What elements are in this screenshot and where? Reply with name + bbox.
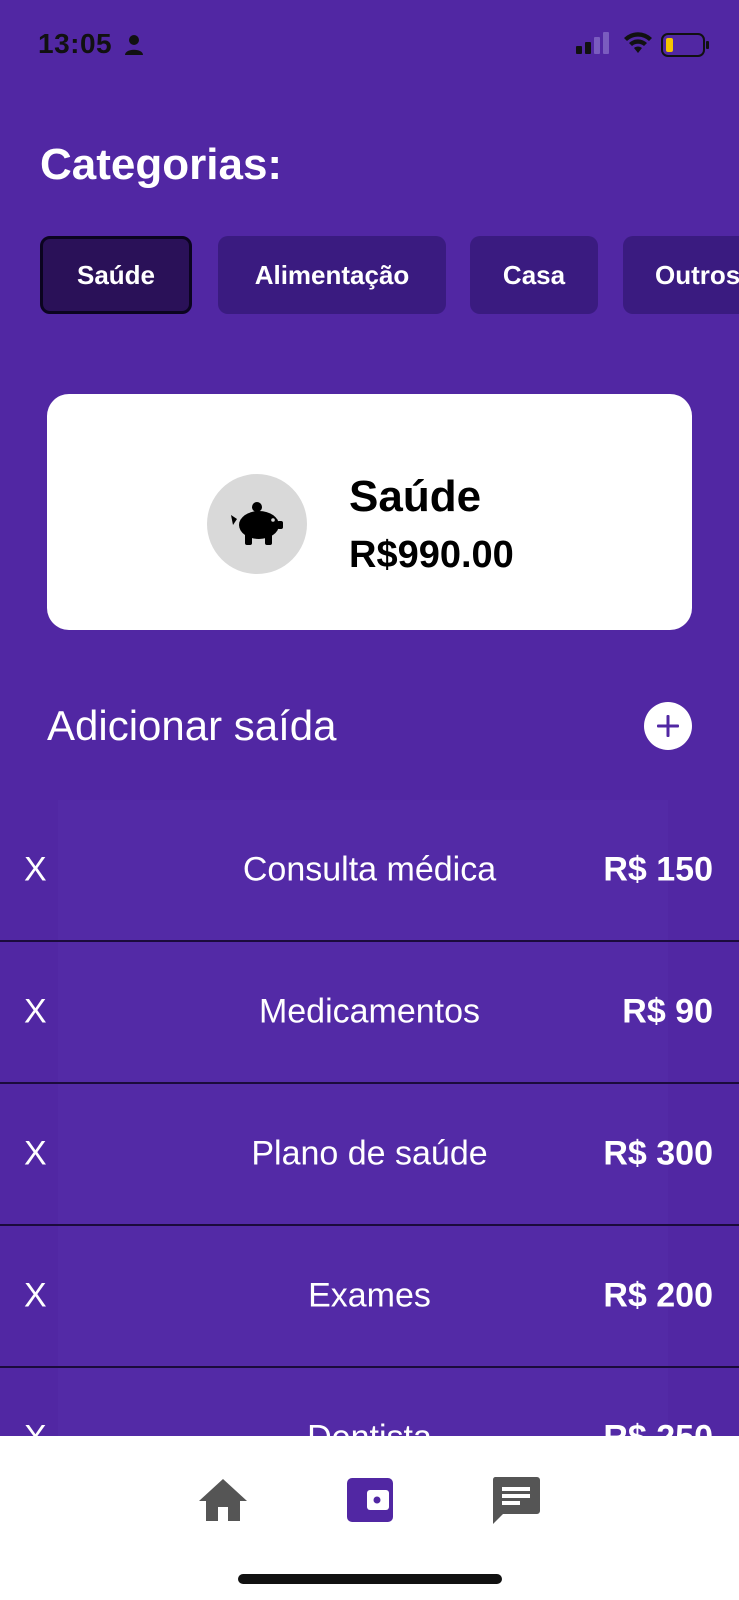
- list-item: X Plano de saúde R$ 300: [0, 1084, 739, 1226]
- home-indicator: [238, 1574, 502, 1584]
- piggy-bank-icon: [207, 474, 307, 574]
- list-item: X Consulta médica R$ 150: [0, 800, 739, 942]
- nav-chat[interactable]: [486, 1470, 546, 1530]
- chat-icon: [492, 1477, 540, 1524]
- person-icon: [124, 34, 144, 61]
- page-title: Categorias:: [40, 140, 283, 189]
- tab-saude[interactable]: Saúde: [40, 236, 192, 314]
- status-time: 13:05: [38, 28, 113, 59]
- plus-icon: [657, 715, 679, 737]
- bottom-nav: [0, 1436, 739, 1600]
- list-item: X Exames R$ 200: [0, 1226, 739, 1368]
- expense-amount: R$ 150: [603, 850, 713, 889]
- status-bar: 13:05: [0, 0, 739, 92]
- wallet-icon: [347, 1478, 393, 1522]
- expense-list: X Consulta médica R$ 150 X Medicamentos …: [0, 800, 739, 1436]
- summary-total-amount: R$990.00: [349, 534, 514, 576]
- tab-alimentacao[interactable]: Alimentação: [218, 236, 446, 314]
- add-expense-row: Adicionar saída: [47, 700, 692, 756]
- expense-amount: R$ 90: [622, 992, 713, 1031]
- tab-label: Alimentação: [254, 259, 410, 290]
- home-icon: [199, 1479, 247, 1521]
- battery-low-icon: [661, 33, 711, 62]
- expense-amount: R$ 200: [603, 1276, 713, 1315]
- nav-home[interactable]: [193, 1470, 253, 1530]
- cellular-signal-icon: [576, 32, 612, 59]
- tab-outros[interactable]: Outros: [623, 236, 739, 314]
- tab-label: Saúde: [76, 259, 156, 290]
- expense-amount: R$ 300: [603, 1134, 713, 1173]
- nav-wallet[interactable]: [340, 1470, 400, 1530]
- list-item: X Dentista R$ 250: [0, 1368, 739, 1436]
- expense-amount: R$ 250: [603, 1419, 713, 1437]
- summary-category-name: Saúde: [349, 472, 482, 521]
- add-expense-button[interactable]: [644, 702, 692, 750]
- category-summary-card: Saúde R$990.00: [47, 394, 692, 630]
- list-item: X Medicamentos R$ 90: [0, 942, 739, 1084]
- wifi-icon: [622, 30, 654, 59]
- add-expense-label: Adicionar saída: [47, 702, 337, 749]
- tab-label: Outros: [655, 259, 739, 290]
- tab-label: Casa: [502, 259, 566, 290]
- category-tabs: Saúde Alimentação Casa Outros: [40, 236, 739, 316]
- tab-casa[interactable]: Casa: [470, 236, 598, 314]
